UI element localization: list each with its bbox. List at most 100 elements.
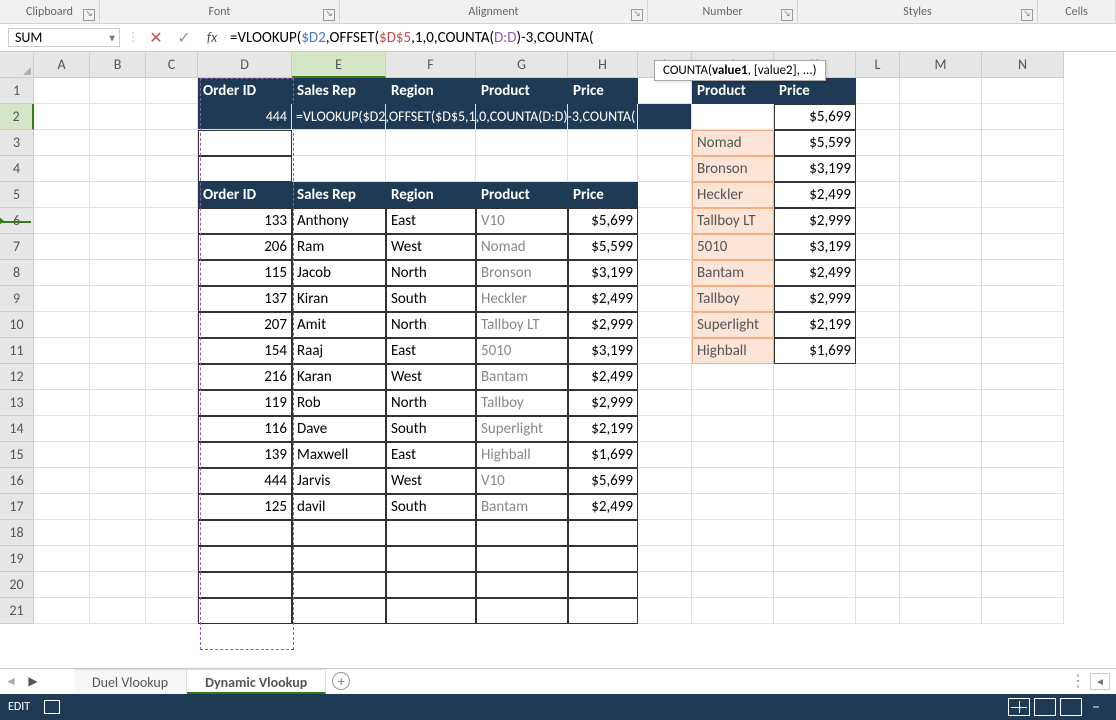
cell[interactable]: [900, 364, 982, 390]
cell[interactable]: $1,699: [774, 338, 856, 364]
cell[interactable]: [900, 572, 982, 598]
cell[interactable]: 125: [198, 494, 292, 520]
sheet-tab[interactable]: Duel Vlookup: [74, 669, 187, 694]
view-page-layout-icon[interactable]: [1034, 698, 1056, 716]
cell[interactable]: [982, 286, 1064, 312]
column-header[interactable]: F: [386, 52, 476, 78]
cell[interactable]: [34, 104, 90, 130]
cell[interactable]: [90, 546, 146, 572]
cell[interactable]: 444: [198, 468, 292, 494]
cell[interactable]: [34, 598, 90, 624]
cell[interactable]: West: [386, 234, 476, 260]
cell[interactable]: Tallboy: [476, 390, 568, 416]
cell[interactable]: [982, 416, 1064, 442]
cell[interactable]: [146, 442, 198, 468]
cell[interactable]: 119: [198, 390, 292, 416]
cell[interactable]: [856, 468, 900, 494]
cell[interactable]: [982, 182, 1064, 208]
cell[interactable]: [198, 156, 292, 182]
cell[interactable]: [982, 520, 1064, 546]
cell[interactable]: Product: [476, 78, 568, 104]
view-page-break-icon[interactable]: [1060, 698, 1082, 716]
cell[interactable]: [34, 572, 90, 598]
dialog-launcher-icon[interactable]: ↘: [631, 9, 643, 21]
cell[interactable]: [146, 208, 198, 234]
accept-formula-button[interactable]: ✓: [170, 28, 198, 48]
cell[interactable]: [982, 260, 1064, 286]
dialog-launcher-icon[interactable]: ↘: [1021, 9, 1033, 21]
cell[interactable]: [292, 130, 386, 156]
cell[interactable]: 5010: [476, 338, 568, 364]
cell[interactable]: [34, 78, 90, 104]
cell[interactable]: [34, 494, 90, 520]
column-header[interactable]: N: [982, 52, 1064, 78]
row-header[interactable]: 19: [0, 546, 34, 572]
cell[interactable]: [900, 494, 982, 520]
cell[interactable]: [638, 598, 692, 624]
cell[interactable]: $2,499: [774, 182, 856, 208]
row-header[interactable]: 10: [0, 312, 34, 338]
row-header[interactable]: 7: [0, 234, 34, 260]
column-headers[interactable]: ABCDEFGHIJKLMN: [34, 52, 1064, 78]
cell[interactable]: Superlight: [476, 416, 568, 442]
cell[interactable]: Product: [692, 78, 774, 104]
cell[interactable]: $2,499: [568, 364, 638, 390]
cell[interactable]: [90, 442, 146, 468]
cell[interactable]: Bronson: [476, 260, 568, 286]
cell[interactable]: South: [386, 416, 476, 442]
cell[interactable]: Kiran: [292, 286, 386, 312]
cell[interactable]: [692, 546, 774, 572]
cell[interactable]: 154: [198, 338, 292, 364]
row-header[interactable]: 11: [0, 338, 34, 364]
cell[interactable]: Nomad: [692, 130, 774, 156]
column-header[interactable]: G: [476, 52, 568, 78]
cell[interactable]: [568, 598, 638, 624]
cell[interactable]: [856, 598, 900, 624]
cell[interactable]: [856, 442, 900, 468]
cell[interactable]: [692, 390, 774, 416]
cell[interactable]: [198, 130, 292, 156]
cell[interactable]: [476, 156, 568, 182]
cell[interactable]: Heckler: [692, 182, 774, 208]
cell[interactable]: [386, 130, 476, 156]
cell[interactable]: [774, 468, 856, 494]
cell[interactable]: $3,199: [774, 156, 856, 182]
cell[interactable]: 137: [198, 286, 292, 312]
cell[interactable]: [638, 130, 692, 156]
cell[interactable]: [900, 338, 982, 364]
cell[interactable]: [568, 156, 638, 182]
cell[interactable]: North: [386, 260, 476, 286]
cell[interactable]: [90, 312, 146, 338]
row-header[interactable]: 15: [0, 442, 34, 468]
cell[interactable]: [774, 442, 856, 468]
cell[interactable]: [982, 208, 1064, 234]
name-box-dropdown-icon[interactable]: ▼: [107, 31, 117, 44]
cell[interactable]: $5,699: [568, 468, 638, 494]
cell[interactable]: [692, 520, 774, 546]
cell[interactable]: [90, 104, 146, 130]
cell[interactable]: Jacob: [292, 260, 386, 286]
dialog-launcher-icon[interactable]: ↘: [781, 9, 793, 21]
cell[interactable]: Product: [476, 182, 568, 208]
cell[interactable]: [900, 156, 982, 182]
column-header[interactable]: M: [900, 52, 982, 78]
cancel-formula-button[interactable]: ✕: [142, 28, 170, 48]
cell[interactable]: [982, 442, 1064, 468]
cell[interactable]: [900, 260, 982, 286]
cell[interactable]: Price: [568, 78, 638, 104]
tab-options-icon[interactable]: ⋮: [1068, 669, 1088, 694]
cell[interactable]: [386, 598, 476, 624]
cell[interactable]: V10: [476, 208, 568, 234]
cell[interactable]: [90, 286, 146, 312]
cell[interactable]: [638, 546, 692, 572]
cell[interactable]: 216: [198, 364, 292, 390]
cell[interactable]: [90, 156, 146, 182]
row-header[interactable]: 18: [0, 520, 34, 546]
column-header[interactable]: C: [146, 52, 198, 78]
tab-scroll-left[interactable]: ◄: [1090, 673, 1110, 690]
cell[interactable]: [638, 286, 692, 312]
row-header[interactable]: 14: [0, 416, 34, 442]
cell[interactable]: $5,699: [774, 104, 856, 130]
cell[interactable]: [90, 390, 146, 416]
cell[interactable]: [638, 156, 692, 182]
